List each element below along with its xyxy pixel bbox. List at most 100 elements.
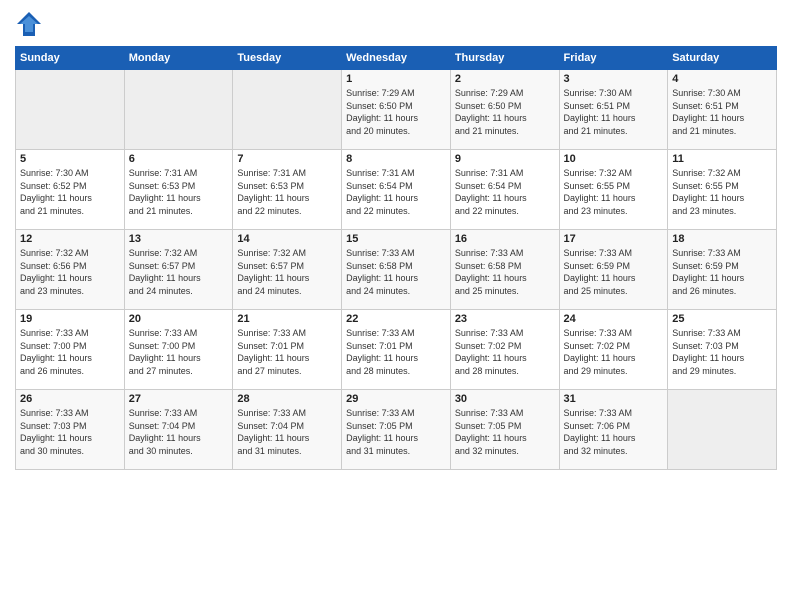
calendar-cell: 17 Sunrise: 7:33 AM Sunset: 6:59 PM Dayli… [559, 230, 668, 310]
logo-icon [15, 10, 43, 38]
day-info: Sunrise: 7:30 AM Sunset: 6:51 PM Dayligh… [672, 87, 772, 137]
day-info: Sunrise: 7:32 AM Sunset: 6:55 PM Dayligh… [672, 167, 772, 217]
calendar-cell [124, 70, 233, 150]
day-number: 8 [346, 153, 446, 165]
day-number: 11 [672, 153, 772, 165]
calendar-cell: 8 Sunrise: 7:31 AM Sunset: 6:54 PM Daylig… [342, 150, 451, 230]
header [15, 10, 777, 38]
week-row-1: 1 Sunrise: 7:29 AM Sunset: 6:50 PM Daylig… [16, 70, 777, 150]
day-info: Sunrise: 7:33 AM Sunset: 7:05 PM Dayligh… [346, 407, 446, 457]
day-number: 12 [20, 233, 120, 245]
calendar-cell: 22 Sunrise: 7:33 AM Sunset: 7:01 PM Dayli… [342, 310, 451, 390]
page: SundayMondayTuesdayWednesdayThursdayFrid… [0, 0, 792, 612]
day-number: 10 [564, 153, 664, 165]
day-info: Sunrise: 7:33 AM Sunset: 6:59 PM Dayligh… [672, 247, 772, 297]
day-info: Sunrise: 7:32 AM Sunset: 6:56 PM Dayligh… [20, 247, 120, 297]
calendar-cell: 1 Sunrise: 7:29 AM Sunset: 6:50 PM Daylig… [342, 70, 451, 150]
calendar-cell: 23 Sunrise: 7:33 AM Sunset: 7:02 PM Dayli… [450, 310, 559, 390]
calendar-cell: 25 Sunrise: 7:33 AM Sunset: 7:03 PM Dayli… [668, 310, 777, 390]
calendar-cell: 5Sunrise: 7:30 AM Sunset: 6:52 PM Daylig… [16, 150, 125, 230]
day-number: 17 [564, 233, 664, 245]
week-row-2: 5Sunrise: 7:30 AM Sunset: 6:52 PM Daylig… [16, 150, 777, 230]
day-info: Sunrise: 7:33 AM Sunset: 6:58 PM Dayligh… [346, 247, 446, 297]
day-number: 25 [672, 313, 772, 325]
day-number: 14 [237, 233, 337, 245]
day-info: Sunrise: 7:33 AM Sunset: 7:01 PM Dayligh… [237, 327, 337, 377]
calendar-cell: 16 Sunrise: 7:33 AM Sunset: 6:58 PM Dayli… [450, 230, 559, 310]
day-info: Sunrise: 7:33 AM Sunset: 7:03 PM Dayligh… [672, 327, 772, 377]
calendar-cell: 6Sunrise: 7:31 AM Sunset: 6:53 PM Daylig… [124, 150, 233, 230]
calendar-cell: 19Sunrise: 7:33 AM Sunset: 7:00 PM Dayli… [16, 310, 125, 390]
logo [15, 10, 47, 38]
calendar-cell: 31Sunrise: 7:33 AM Sunset: 7:06 PM Dayli… [559, 390, 668, 470]
col-header-monday: Monday [124, 47, 233, 70]
day-info: Sunrise: 7:32 AM Sunset: 6:57 PM Dayligh… [237, 247, 337, 297]
day-info: Sunrise: 7:31 AM Sunset: 6:53 PM Dayligh… [237, 167, 337, 217]
day-info: Sunrise: 7:33 AM Sunset: 7:02 PM Dayligh… [564, 327, 664, 377]
day-number: 21 [237, 313, 337, 325]
calendar-cell: 10 Sunrise: 7:32 AM Sunset: 6:55 PM Dayli… [559, 150, 668, 230]
calendar-cell: 26Sunrise: 7:33 AM Sunset: 7:03 PM Dayli… [16, 390, 125, 470]
day-number: 16 [455, 233, 555, 245]
day-info: Sunrise: 7:32 AM Sunset: 6:55 PM Dayligh… [564, 167, 664, 217]
calendar-cell: 15 Sunrise: 7:33 AM Sunset: 6:58 PM Dayli… [342, 230, 451, 310]
day-info: Sunrise: 7:33 AM Sunset: 6:58 PM Dayligh… [455, 247, 555, 297]
day-number: 20 [129, 313, 229, 325]
calendar-cell [668, 390, 777, 470]
col-header-sunday: Sunday [16, 47, 125, 70]
day-number: 9 [455, 153, 555, 165]
day-number: 2 [455, 73, 555, 85]
day-info: Sunrise: 7:29 AM Sunset: 6:50 PM Dayligh… [346, 87, 446, 137]
calendar-cell: 12 Sunrise: 7:32 AM Sunset: 6:56 PM Dayli… [16, 230, 125, 310]
day-info: Sunrise: 7:32 AM Sunset: 6:57 PM Dayligh… [129, 247, 229, 297]
calendar-table: SundayMondayTuesdayWednesdayThursdayFrid… [15, 46, 777, 470]
day-number: 18 [672, 233, 772, 245]
day-info: Sunrise: 7:33 AM Sunset: 7:02 PM Dayligh… [455, 327, 555, 377]
calendar-cell: 27 Sunrise: 7:33 AM Sunset: 7:04 PM Dayli… [124, 390, 233, 470]
calendar-cell: 24Sunrise: 7:33 AM Sunset: 7:02 PM Dayli… [559, 310, 668, 390]
calendar-cell: 29 Sunrise: 7:33 AM Sunset: 7:05 PM Dayli… [342, 390, 451, 470]
day-number: 22 [346, 313, 446, 325]
col-header-tuesday: Tuesday [233, 47, 342, 70]
calendar-cell: 13 Sunrise: 7:32 AM Sunset: 6:57 PM Dayli… [124, 230, 233, 310]
day-info: Sunrise: 7:33 AM Sunset: 6:59 PM Dayligh… [564, 247, 664, 297]
day-info: Sunrise: 7:31 AM Sunset: 6:53 PM Dayligh… [129, 167, 229, 217]
day-info: Sunrise: 7:33 AM Sunset: 7:06 PM Dayligh… [564, 407, 664, 457]
day-number: 3 [564, 73, 664, 85]
calendar-cell: 9 Sunrise: 7:31 AM Sunset: 6:54 PM Daylig… [450, 150, 559, 230]
day-number: 4 [672, 73, 772, 85]
day-number: 13 [129, 233, 229, 245]
calendar-cell: 4 Sunrise: 7:30 AM Sunset: 6:51 PM Daylig… [668, 70, 777, 150]
day-number: 15 [346, 233, 446, 245]
day-info: Sunrise: 7:30 AM Sunset: 6:51 PM Dayligh… [564, 87, 664, 137]
calendar-cell: 21 Sunrise: 7:33 AM Sunset: 7:01 PM Dayli… [233, 310, 342, 390]
day-number: 30 [455, 393, 555, 405]
day-info: Sunrise: 7:33 AM Sunset: 7:01 PM Dayligh… [346, 327, 446, 377]
day-info: Sunrise: 7:29 AM Sunset: 6:50 PM Dayligh… [455, 87, 555, 137]
calendar-cell [16, 70, 125, 150]
col-header-thursday: Thursday [450, 47, 559, 70]
day-info: Sunrise: 7:33 AM Sunset: 7:04 PM Dayligh… [129, 407, 229, 457]
calendar-cell: 7Sunrise: 7:31 AM Sunset: 6:53 PM Daylig… [233, 150, 342, 230]
col-header-wednesday: Wednesday [342, 47, 451, 70]
calendar-cell: 14 Sunrise: 7:32 AM Sunset: 6:57 PM Dayli… [233, 230, 342, 310]
day-info: Sunrise: 7:33 AM Sunset: 7:00 PM Dayligh… [129, 327, 229, 377]
calendar-cell: 11 Sunrise: 7:32 AM Sunset: 6:55 PM Dayli… [668, 150, 777, 230]
calendar-cell: 18 Sunrise: 7:33 AM Sunset: 6:59 PM Dayli… [668, 230, 777, 310]
day-info: Sunrise: 7:33 AM Sunset: 7:05 PM Dayligh… [455, 407, 555, 457]
day-number: 1 [346, 73, 446, 85]
day-info: Sunrise: 7:31 AM Sunset: 6:54 PM Dayligh… [346, 167, 446, 217]
calendar-cell: 3 Sunrise: 7:30 AM Sunset: 6:51 PM Daylig… [559, 70, 668, 150]
day-info: Sunrise: 7:31 AM Sunset: 6:54 PM Dayligh… [455, 167, 555, 217]
day-info: Sunrise: 7:33 AM Sunset: 7:04 PM Dayligh… [237, 407, 337, 457]
col-header-saturday: Saturday [668, 47, 777, 70]
day-number: 29 [346, 393, 446, 405]
day-number: 23 [455, 313, 555, 325]
day-number: 27 [129, 393, 229, 405]
week-row-5: 26Sunrise: 7:33 AM Sunset: 7:03 PM Dayli… [16, 390, 777, 470]
week-row-3: 12 Sunrise: 7:32 AM Sunset: 6:56 PM Dayli… [16, 230, 777, 310]
header-row: SundayMondayTuesdayWednesdayThursdayFrid… [16, 47, 777, 70]
week-row-4: 19Sunrise: 7:33 AM Sunset: 7:00 PM Dayli… [16, 310, 777, 390]
calendar-cell: 2 Sunrise: 7:29 AM Sunset: 6:50 PM Daylig… [450, 70, 559, 150]
calendar-cell [233, 70, 342, 150]
